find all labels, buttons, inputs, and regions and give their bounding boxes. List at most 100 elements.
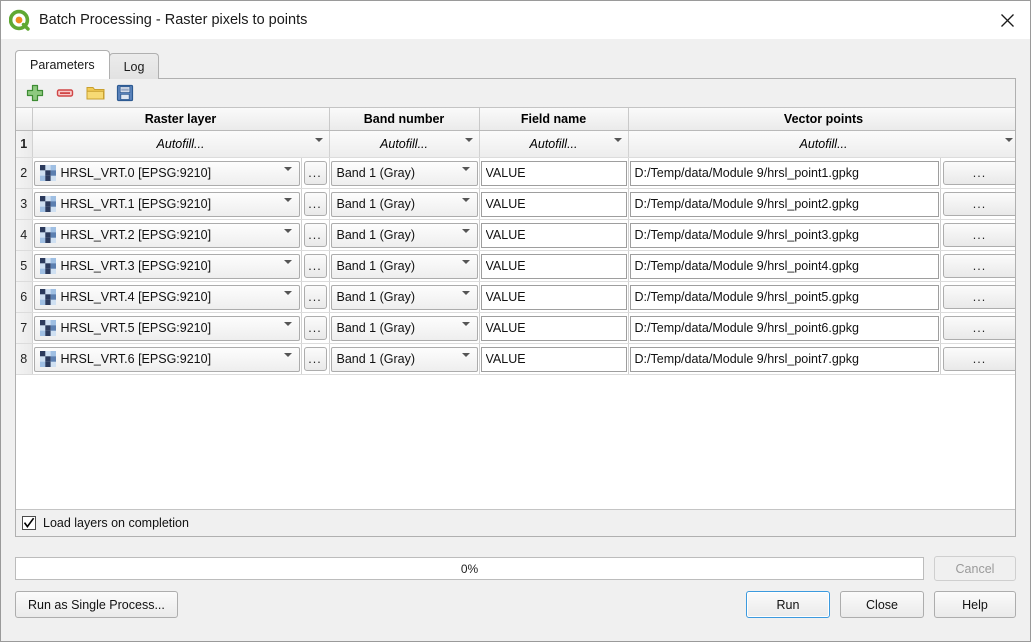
raster-layer-browse-button[interactable]: ...: [303, 161, 327, 185]
band-number-cell[interactable]: Band 1 (Gray): [329, 157, 480, 189]
raster-layer-combo[interactable]: HRSL_VRT.0 [EPSG:9210]: [33, 160, 300, 186]
field-name-cell[interactable]: VALUE: [479, 219, 629, 251]
vector-points-input[interactable]: D:/Temp/data/Module 9/hrsl_point7.gpkg: [629, 346, 939, 372]
raster-layer-combo[interactable]: HRSL_VRT.1 [EPSG:9210]: [33, 191, 300, 217]
remove-row-button[interactable]: [52, 81, 78, 105]
tab-log[interactable]: Log: [108, 53, 160, 79]
vector-points-input[interactable]: D:/Temp/data/Module 9/hrsl_point4.gpkg: [629, 253, 939, 279]
vector-points-browse-cell[interactable]: ...: [940, 188, 1015, 220]
field-name-cell[interactable]: VALUE: [479, 281, 629, 313]
raster-layer-browse-cell[interactable]: ...: [301, 219, 330, 251]
save-button[interactable]: [112, 81, 138, 105]
raster-layer-browse-button[interactable]: ...: [303, 347, 327, 371]
load-layers-checkbox[interactable]: [22, 516, 36, 530]
column-header-vector-points[interactable]: Vector points: [628, 108, 1015, 131]
add-row-button[interactable]: [22, 81, 48, 105]
band-number-combo[interactable]: Band 1 (Gray): [330, 315, 478, 341]
tab-parameters[interactable]: Parameters: [15, 50, 110, 79]
help-button[interactable]: Help: [934, 591, 1016, 618]
row-number[interactable]: 8: [16, 343, 33, 375]
raster-layer-browse-cell[interactable]: ...: [301, 312, 330, 344]
vector-points-browse-cell[interactable]: ...: [940, 312, 1015, 344]
open-folder-button[interactable]: [82, 81, 108, 105]
vector-points-cell[interactable]: D:/Temp/data/Module 9/hrsl_point2.gpkg: [628, 188, 941, 220]
band-number-combo[interactable]: Band 1 (Gray): [330, 160, 478, 186]
row-number[interactable]: 3: [16, 188, 33, 220]
vector-points-browse-button[interactable]: ...: [942, 316, 1015, 340]
field-name-input[interactable]: VALUE: [480, 315, 627, 341]
column-header-field-name[interactable]: Field name: [479, 108, 629, 131]
load-layers-label[interactable]: Load layers on completion: [43, 516, 189, 530]
raster-layer-browse-button[interactable]: ...: [303, 254, 327, 278]
vector-points-cell[interactable]: D:/Temp/data/Module 9/hrsl_point1.gpkg: [628, 157, 941, 189]
field-name-cell[interactable]: VALUE: [479, 157, 629, 189]
autofill-field-name-cell[interactable]: Autofill...: [479, 130, 629, 158]
raster-layer-cell[interactable]: HRSL_VRT.0 [EPSG:9210]: [32, 157, 302, 189]
band-number-cell[interactable]: Band 1 (Gray): [329, 250, 480, 282]
row-number[interactable]: 6: [16, 281, 33, 313]
band-number-combo[interactable]: Band 1 (Gray): [330, 346, 478, 372]
field-name-cell[interactable]: VALUE: [479, 343, 629, 375]
vector-points-browse-button[interactable]: ...: [942, 192, 1015, 216]
row-number[interactable]: 5: [16, 250, 33, 282]
vector-points-cell[interactable]: D:/Temp/data/Module 9/hrsl_point6.gpkg: [628, 312, 941, 344]
band-number-combo[interactable]: Band 1 (Gray): [330, 284, 478, 310]
raster-layer-combo[interactable]: HRSL_VRT.5 [EPSG:9210]: [33, 315, 300, 341]
field-name-cell[interactable]: VALUE: [479, 250, 629, 282]
raster-layer-browse-cell[interactable]: ...: [301, 188, 330, 220]
close-button[interactable]: Close: [840, 591, 924, 618]
field-name-input[interactable]: VALUE: [480, 284, 627, 310]
vector-points-browse-cell[interactable]: ...: [940, 250, 1015, 282]
vector-points-browse-cell[interactable]: ...: [940, 343, 1015, 375]
raster-layer-cell[interactable]: HRSL_VRT.5 [EPSG:9210]: [32, 312, 302, 344]
autofill-vector-points-cell[interactable]: Autofill...: [628, 130, 1015, 158]
vector-points-cell[interactable]: D:/Temp/data/Module 9/hrsl_point7.gpkg: [628, 343, 941, 375]
cancel-button[interactable]: Cancel: [934, 556, 1016, 581]
raster-layer-browse-button[interactable]: ...: [303, 316, 327, 340]
vector-points-input[interactable]: D:/Temp/data/Module 9/hrsl_point6.gpkg: [629, 315, 939, 341]
field-name-cell[interactable]: VALUE: [479, 188, 629, 220]
raster-layer-browse-cell[interactable]: ...: [301, 157, 330, 189]
close-icon[interactable]: [984, 1, 1030, 39]
raster-layer-combo[interactable]: HRSL_VRT.3 [EPSG:9210]: [33, 253, 300, 279]
autofill-raster-layer-cell[interactable]: Autofill...: [32, 130, 330, 158]
vector-points-cell[interactable]: D:/Temp/data/Module 9/hrsl_point3.gpkg: [628, 219, 941, 251]
raster-layer-cell[interactable]: HRSL_VRT.3 [EPSG:9210]: [32, 250, 302, 282]
vector-points-input[interactable]: D:/Temp/data/Module 9/hrsl_point1.gpkg: [629, 160, 939, 186]
field-name-input[interactable]: VALUE: [480, 346, 627, 372]
vector-points-browse-button[interactable]: ...: [942, 254, 1015, 278]
band-number-cell[interactable]: Band 1 (Gray): [329, 343, 480, 375]
raster-layer-combo[interactable]: HRSL_VRT.6 [EPSG:9210]: [33, 346, 300, 372]
vector-points-browse-cell[interactable]: ...: [940, 219, 1015, 251]
vector-points-browse-cell[interactable]: ...: [940, 281, 1015, 313]
vector-points-browse-button[interactable]: ...: [942, 347, 1015, 371]
raster-layer-combo[interactable]: HRSL_VRT.2 [EPSG:9210]: [33, 222, 300, 248]
row-number[interactable]: 2: [16, 157, 33, 189]
raster-layer-browse-cell[interactable]: ...: [301, 281, 330, 313]
raster-layer-cell[interactable]: HRSL_VRT.6 [EPSG:9210]: [32, 343, 302, 375]
vector-points-cell[interactable]: D:/Temp/data/Module 9/hrsl_point4.gpkg: [628, 250, 941, 282]
row-number[interactable]: 1: [16, 130, 33, 158]
vector-points-browse-button[interactable]: ...: [942, 161, 1015, 185]
autofill-band-number-cell[interactable]: Autofill...: [329, 130, 480, 158]
raster-layer-browse-cell[interactable]: ...: [301, 250, 330, 282]
column-header-band-number[interactable]: Band number: [329, 108, 480, 131]
raster-layer-cell[interactable]: HRSL_VRT.1 [EPSG:9210]: [32, 188, 302, 220]
band-number-combo[interactable]: Band 1 (Gray): [330, 222, 478, 248]
column-header-raster-layer[interactable]: Raster layer: [32, 108, 330, 131]
raster-layer-combo[interactable]: HRSL_VRT.4 [EPSG:9210]: [33, 284, 300, 310]
row-number[interactable]: 4: [16, 219, 33, 251]
run-as-single-process-button[interactable]: Run as Single Process...: [15, 591, 178, 618]
raster-layer-browse-button[interactable]: ...: [303, 285, 327, 309]
vector-points-input[interactable]: D:/Temp/data/Module 9/hrsl_point2.gpkg: [629, 191, 939, 217]
band-number-cell[interactable]: Band 1 (Gray): [329, 312, 480, 344]
field-name-input[interactable]: VALUE: [480, 253, 627, 279]
table-corner[interactable]: [16, 108, 33, 131]
field-name-input[interactable]: VALUE: [480, 222, 627, 248]
band-number-cell[interactable]: Band 1 (Gray): [329, 188, 480, 220]
vector-points-input[interactable]: D:/Temp/data/Module 9/hrsl_point3.gpkg: [629, 222, 939, 248]
band-number-cell[interactable]: Band 1 (Gray): [329, 281, 480, 313]
vector-points-browse-cell[interactable]: ...: [940, 157, 1015, 189]
field-name-input[interactable]: VALUE: [480, 160, 627, 186]
raster-layer-cell[interactable]: HRSL_VRT.2 [EPSG:9210]: [32, 219, 302, 251]
